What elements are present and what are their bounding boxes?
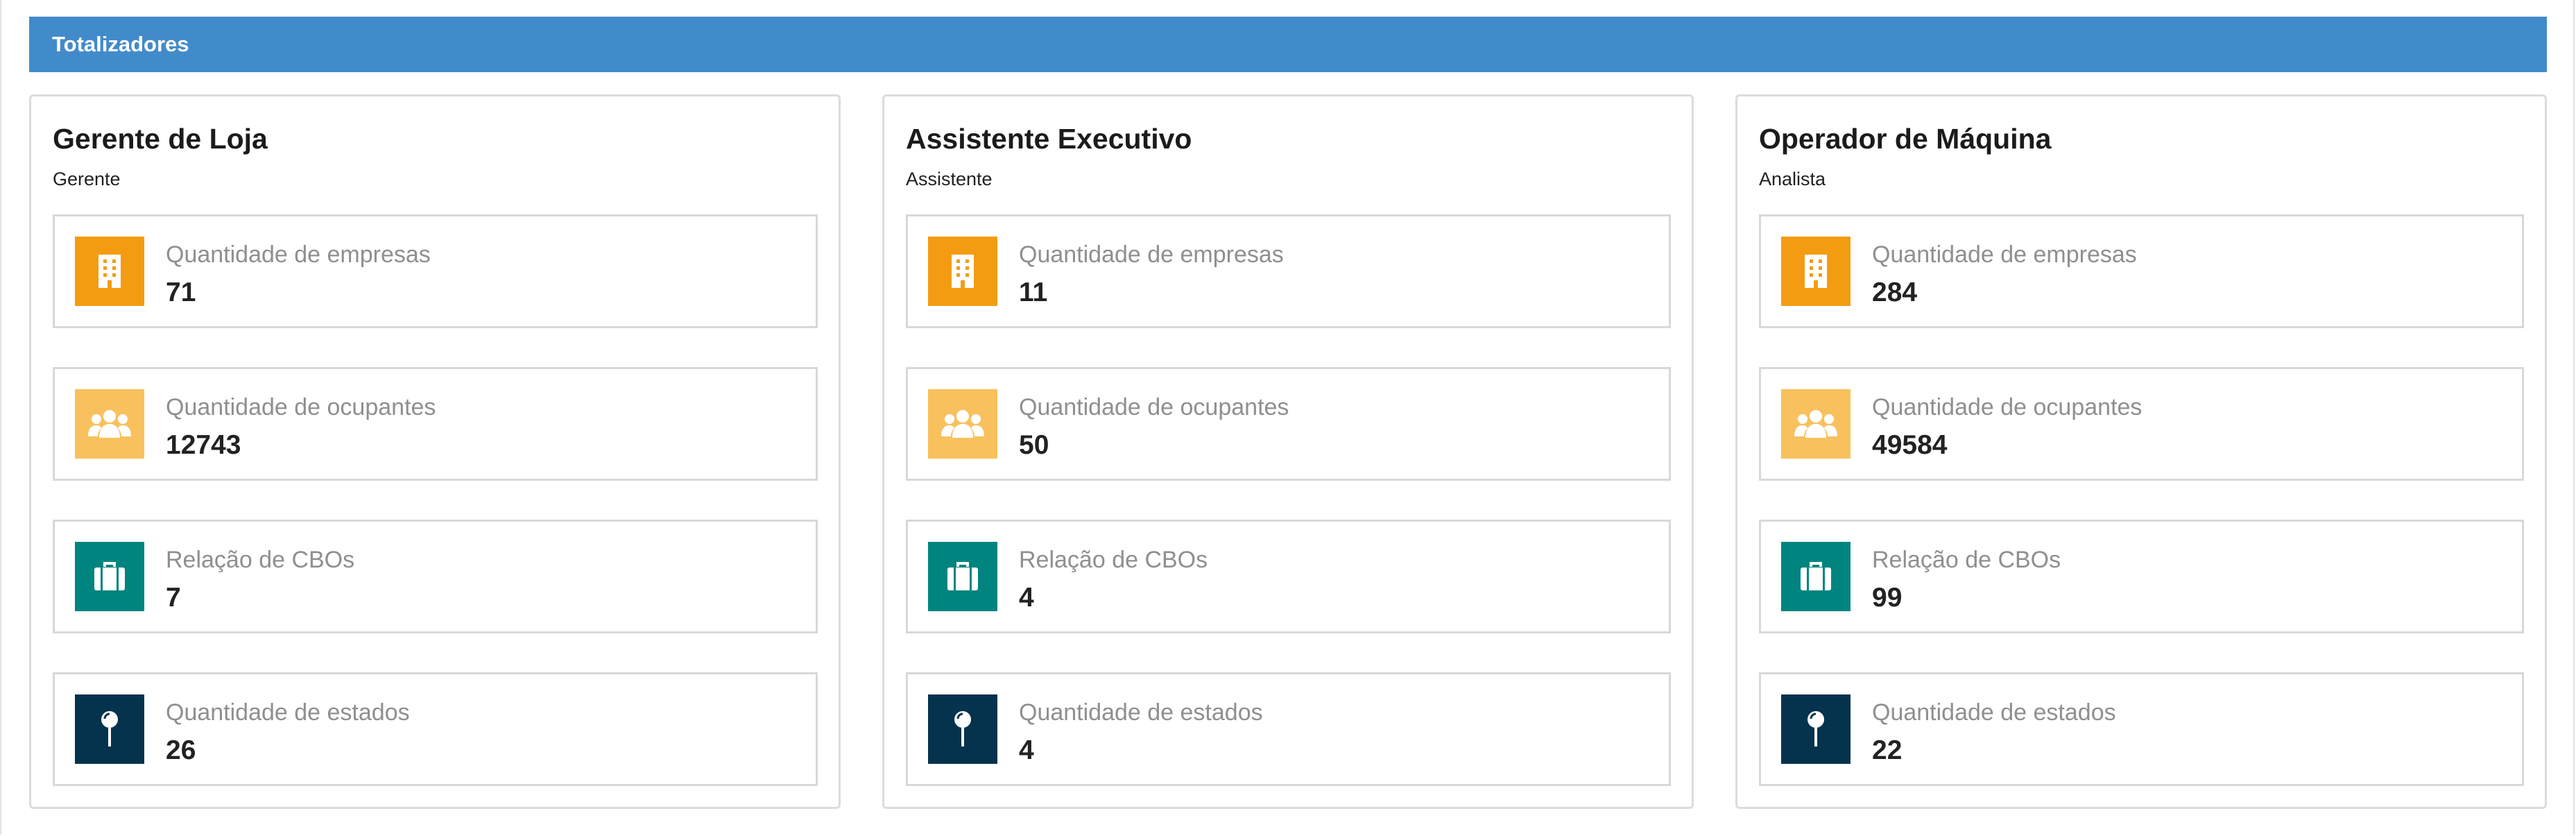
stat-value: 99	[1872, 583, 1903, 613]
stat-value: 71	[166, 278, 196, 307]
stat-label: Quantidade de ocupantes	[1872, 394, 2143, 420]
users-icon	[1781, 389, 1851, 459]
stat-value: 12743	[166, 430, 241, 460]
stat-box-ocupantes: Quantidade de ocupantes 12743	[53, 367, 818, 481]
stat-label: Relação de CBOs	[1019, 547, 1208, 573]
stat-box-ocupantes: Quantidade de ocupantes 50	[906, 367, 1671, 481]
stat-label: Quantidade de empresas	[166, 241, 431, 268]
users-icon	[75, 389, 144, 459]
card-subtitle: Analista	[1759, 169, 1826, 189]
building-icon	[75, 237, 144, 306]
suitcase-icon	[75, 542, 144, 611]
stat-box-empresas: Quantidade de empresas 71	[53, 214, 818, 328]
building-icon	[1781, 237, 1851, 306]
header-title: Totalizadores	[52, 32, 189, 56]
map-pin-icon	[75, 694, 144, 764]
card-title: Operador de Máquina	[1759, 123, 2052, 155]
building-icon	[928, 237, 997, 306]
stat-label: Quantidade de ocupantes	[1019, 394, 1289, 420]
stat-value: 284	[1872, 278, 1918, 307]
stat-value: 11	[1019, 278, 1048, 307]
stat-box-ocupantes: Quantidade de ocupantes 49584	[1759, 367, 2524, 481]
stat-label: Quantidade de ocupantes	[166, 394, 436, 420]
stat-label: Quantidade de empresas	[1019, 241, 1284, 268]
suitcase-icon	[928, 542, 997, 611]
stat-value: 4	[1019, 583, 1034, 613]
stat-value: 26	[166, 735, 196, 765]
map-pin-icon	[928, 694, 997, 764]
card-assistente-executivo: Assistente Executivo Assistente Quantida…	[882, 94, 1694, 809]
stat-label: Quantidade de estados	[166, 699, 410, 726]
card-subtitle: Assistente	[906, 169, 993, 189]
users-icon	[928, 389, 997, 459]
stat-box-cbos: Relação de CBOs 7	[53, 520, 818, 633]
stat-value: 22	[1872, 735, 1903, 765]
stat-label: Quantidade de estados	[1872, 699, 2116, 726]
stat-value: 4	[1019, 735, 1034, 765]
stat-label: Relação de CBOs	[1872, 547, 2061, 573]
stat-box-cbos: Relação de CBOs 4	[906, 520, 1671, 633]
stat-value: 50	[1019, 430, 1049, 460]
map-pin-icon	[1781, 694, 1851, 764]
stat-box-estados: Quantidade de estados 26	[53, 672, 818, 786]
stat-box-estados: Quantidade de estados 22	[1759, 672, 2524, 786]
card-title: Gerente de Loja	[53, 123, 268, 155]
stat-box-empresas: Quantidade de empresas 11	[906, 214, 1671, 328]
card-gerente-de-loja: Gerente de Loja Gerente Quantidade de em…	[29, 94, 841, 809]
card-title: Assistente Executivo	[906, 123, 1192, 155]
suitcase-icon	[1781, 542, 1851, 611]
card-subtitle: Gerente	[53, 169, 121, 189]
totalizadores-header: Totalizadores	[29, 17, 2547, 72]
stat-value: 7	[166, 583, 181, 613]
stat-box-empresas: Quantidade de empresas 284	[1759, 214, 2524, 328]
stat-value: 49584	[1872, 430, 1948, 460]
stat-label: Quantidade de estados	[1019, 699, 1263, 726]
stat-label: Relação de CBOs	[166, 547, 355, 573]
card-operador-de-maquina: Operador de Máquina Analista Quantidade …	[1735, 94, 2547, 809]
stat-box-cbos: Relação de CBOs 99	[1759, 520, 2524, 633]
stat-box-estados: Quantidade de estados 4	[906, 672, 1671, 786]
stat-label: Quantidade de empresas	[1872, 241, 2137, 268]
